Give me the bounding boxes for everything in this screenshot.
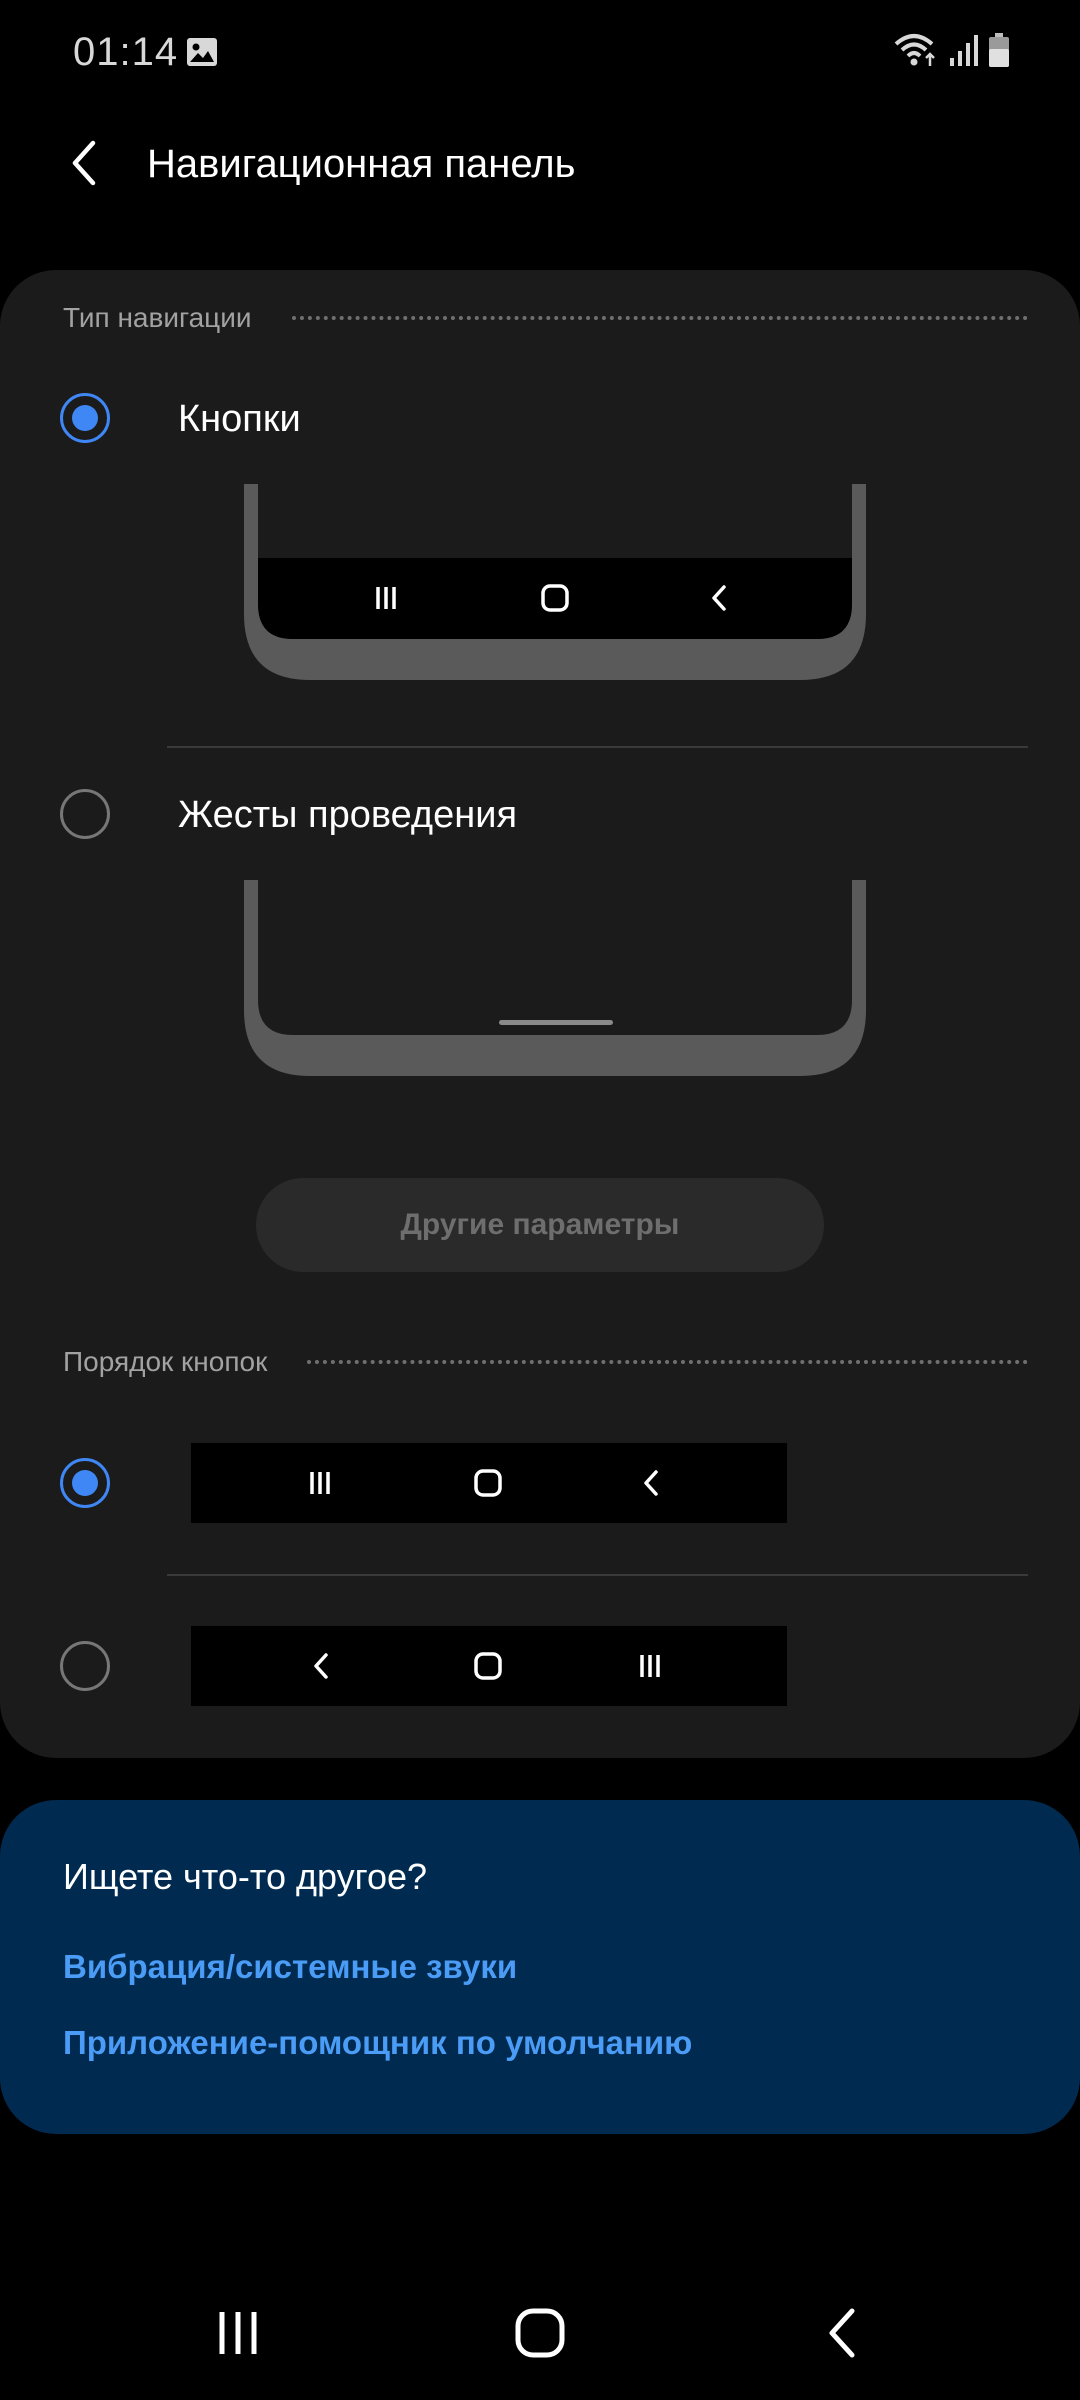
section-title: Порядок кнопок xyxy=(63,1346,268,1377)
radio-buttons-selected[interactable] xyxy=(60,393,110,443)
section-header-button-order: Порядок кнопок xyxy=(63,1346,1028,1378)
link-vibration-sounds[interactable]: Вибрация/системные звуки xyxy=(63,1948,517,1986)
home-icon xyxy=(515,2308,565,2363)
suggestions-card: Ищете что-то другое? Вибрация/системные … xyxy=(0,1800,1080,2134)
radio-gestures[interactable] xyxy=(60,789,110,839)
navigation-settings-card: Тип навигации Кнопки Жесты проведения Др… xyxy=(0,270,1080,1758)
gestures-preview[interactable] xyxy=(244,880,866,1076)
back-icon xyxy=(314,1653,328,1679)
gallery-icon xyxy=(186,37,218,67)
buttons-preview[interactable] xyxy=(244,484,866,680)
option-label: Кнопки xyxy=(178,398,301,440)
back-button[interactable] xyxy=(55,135,115,195)
order-option-recents-home-back[interactable] xyxy=(0,1423,1080,1543)
option-divider xyxy=(167,746,1028,748)
order-option-back-home-recents[interactable] xyxy=(0,1606,1080,1726)
suggestions-title: Ищете что-то другое? xyxy=(63,1856,428,1897)
radio-order-1-selected[interactable] xyxy=(60,1458,110,1508)
signal-icon xyxy=(948,32,978,73)
order-preview-2 xyxy=(191,1626,787,1706)
home-icon xyxy=(474,1469,502,1497)
status-bar: 01:14 xyxy=(0,0,1080,110)
app-header: Навигационная панель xyxy=(0,120,1080,210)
section-title: Тип навигации xyxy=(63,302,252,333)
section-header-nav-type: Тип навигации xyxy=(63,302,1028,334)
system-navigation-bar xyxy=(0,2270,1080,2400)
system-recents-button[interactable] xyxy=(188,2290,288,2380)
option-label: Жесты проведения xyxy=(178,794,518,836)
home-icon xyxy=(474,1652,502,1680)
order-preview-1 xyxy=(191,1443,787,1523)
recents-icon xyxy=(640,1655,660,1677)
back-arrow-icon xyxy=(65,139,105,192)
wifi-icon xyxy=(894,32,938,73)
link-default-assistant[interactable]: Приложение-помощник по умолчанию xyxy=(63,2024,692,2062)
section-divider xyxy=(307,1360,1028,1364)
option-buttons[interactable]: Кнопки xyxy=(0,358,1080,478)
status-icons xyxy=(894,32,1010,72)
system-home-button[interactable] xyxy=(490,2290,590,2380)
back-icon xyxy=(822,2308,862,2363)
back-icon xyxy=(644,1470,658,1496)
page-title: Навигационная панель xyxy=(147,142,576,186)
section-divider xyxy=(291,316,1028,320)
system-back-button[interactable] xyxy=(792,2290,892,2380)
other-params-button[interactable]: Другие параметры xyxy=(256,1178,824,1272)
recents-icon xyxy=(213,2308,263,2363)
status-time: 01:14 xyxy=(73,30,179,74)
option-gestures[interactable]: Жесты проведения xyxy=(0,754,1080,874)
radio-order-2[interactable] xyxy=(60,1641,110,1691)
battery-icon xyxy=(988,32,1010,73)
option-divider xyxy=(167,1574,1028,1576)
recents-icon xyxy=(310,1472,330,1494)
